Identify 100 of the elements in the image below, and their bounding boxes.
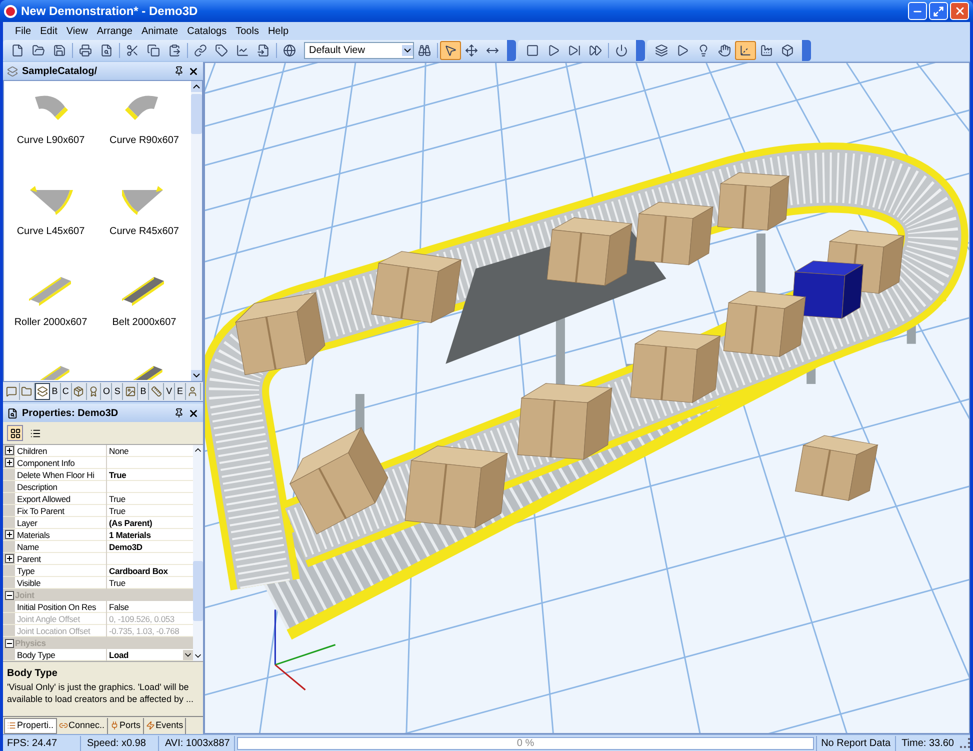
close-icon[interactable] bbox=[188, 408, 199, 418]
catalog-tab[interactable] bbox=[123, 383, 138, 400]
collapse-icon[interactable] bbox=[4, 638, 14, 648]
close-icon bbox=[954, 5, 966, 17]
axes-button[interactable] bbox=[735, 41, 756, 60]
property-value[interactable]: 1 Materials bbox=[107, 528, 151, 540]
catalog-icon bbox=[7, 66, 18, 76]
catalog-tab[interactable]: B bbox=[138, 383, 150, 400]
toolbar-options-icon bbox=[636, 40, 645, 61]
avi-readout: AVI: 1003x887 bbox=[161, 736, 235, 750]
menu-item[interactable]: Arrange bbox=[96, 24, 132, 38]
property-name: Fix To Parent bbox=[15, 504, 107, 516]
catalog-tab[interactable] bbox=[34, 383, 50, 400]
scroll-thumb[interactable] bbox=[193, 561, 203, 621]
time-readout: Time: 33.60 bbox=[900, 736, 955, 750]
catalog-tab[interactable] bbox=[72, 383, 87, 400]
expand-icon[interactable] bbox=[4, 530, 14, 539]
move-icon bbox=[465, 44, 478, 57]
property-name: Layer bbox=[15, 516, 107, 528]
catalog-tab[interactable]: O bbox=[101, 383, 112, 400]
close-icon[interactable] bbox=[188, 66, 199, 76]
catalog-tab[interactable]: B bbox=[50, 383, 61, 400]
toolbar-options-icon bbox=[507, 40, 516, 61]
report-status: No Report Data bbox=[816, 736, 896, 750]
property-name: Joint Angle Offset bbox=[15, 612, 107, 624]
menu-item[interactable]: Animate bbox=[141, 24, 178, 38]
catalog-tab[interactable] bbox=[186, 383, 201, 400]
catalog-tab[interactable]: C bbox=[60, 383, 72, 400]
expand-icon[interactable] bbox=[4, 458, 14, 467]
menu-item[interactable]: Catalogs bbox=[187, 24, 227, 38]
help-title: Body Type bbox=[7, 667, 58, 681]
pointer-button[interactable] bbox=[440, 41, 461, 60]
close-button[interactable] bbox=[950, 2, 969, 20]
scrollbar[interactable] bbox=[191, 81, 202, 381]
picture-icon bbox=[124, 386, 136, 397]
menu-item[interactable]: Help bbox=[268, 24, 289, 38]
property-value[interactable]: Cardboard Box bbox=[107, 564, 168, 576]
help-text: 'Visual Only' is just the graphics. 'Load' will be available to load creators and be affected by ... bbox=[7, 681, 194, 705]
categorized-button[interactable] bbox=[7, 425, 23, 441]
minimize-button[interactable] bbox=[908, 2, 927, 20]
body-type-select[interactable]: Load bbox=[107, 649, 193, 660]
catalog-item[interactable]: Belt 2000x607 bbox=[98, 267, 191, 358]
catalog-tab[interactable] bbox=[5, 383, 20, 400]
speed-readout: Speed: x0.98 bbox=[83, 736, 159, 750]
catalog-tab[interactable] bbox=[149, 383, 164, 400]
catalog-item[interactable]: Curve R45x607 bbox=[98, 176, 191, 267]
copy-icon bbox=[147, 44, 160, 57]
catalog-tab[interactable]: E bbox=[175, 383, 186, 400]
factory-icon bbox=[760, 44, 773, 57]
property-value[interactable]: None bbox=[107, 444, 129, 456]
catalog-tab[interactable]: V bbox=[164, 383, 176, 400]
cut-icon bbox=[126, 44, 139, 57]
expand-icon[interactable] bbox=[4, 446, 14, 455]
property-value[interactable]: (As Parent) bbox=[107, 516, 152, 528]
binoculars-icon bbox=[418, 44, 431, 57]
plug-icon bbox=[110, 721, 119, 730]
property-value[interactable]: Demo3D bbox=[107, 540, 142, 552]
folder-icon bbox=[32, 44, 45, 57]
catalog-item[interactable]: Curve L90x607 bbox=[4, 85, 98, 176]
menu-item[interactable]: File bbox=[15, 24, 32, 38]
property-value[interactable]: True bbox=[107, 468, 126, 480]
menu-item[interactable]: Tools bbox=[236, 24, 259, 38]
conveyor-thumbnail-icon bbox=[28, 275, 73, 307]
window-title: New Demonstration* - Demo3D bbox=[21, 3, 198, 20]
panel-tab[interactable]: Properti.. bbox=[4, 718, 57, 734]
axes-icon bbox=[739, 44, 752, 57]
pin-icon[interactable] bbox=[174, 408, 184, 418]
catalog-icon bbox=[36, 386, 48, 397]
connector-icon bbox=[58, 721, 68, 730]
property-value[interactable]: True bbox=[107, 504, 126, 516]
view-select[interactable]: Default View bbox=[304, 42, 414, 59]
collapse-icon[interactable] bbox=[4, 590, 14, 600]
property-name: Delete When Floor Hi bbox=[15, 468, 107, 480]
catalog-tab[interactable]: S bbox=[112, 383, 124, 400]
menu-item[interactable]: View bbox=[66, 24, 88, 38]
new-file-icon bbox=[11, 44, 24, 57]
selected-box bbox=[792, 260, 864, 319]
property-value[interactable]: False bbox=[107, 600, 129, 612]
ruler-icon bbox=[150, 386, 162, 397]
pin-icon[interactable] bbox=[174, 66, 184, 76]
expand-icon[interactable] bbox=[4, 554, 14, 563]
catalog-item[interactable]: Roller 2000x607 bbox=[4, 267, 98, 358]
paste-icon bbox=[168, 44, 181, 57]
properties-icon bbox=[7, 721, 16, 730]
property-name: Component Info bbox=[15, 456, 107, 468]
scrollbar[interactable] bbox=[193, 445, 203, 661]
menu-item[interactable]: Edit bbox=[40, 24, 58, 38]
property-value[interactable]: True bbox=[107, 492, 126, 504]
property-name: Parent bbox=[15, 552, 107, 564]
conveyor-thumbnail-icon bbox=[28, 184, 73, 216]
chart-icon bbox=[236, 44, 249, 57]
maximize-button[interactable] bbox=[929, 2, 948, 20]
catalog-item[interactable]: Curve L45x607 bbox=[4, 176, 98, 267]
hand-icon bbox=[718, 44, 731, 57]
layers-icon bbox=[655, 44, 668, 57]
catalog-item[interactable]: Curve R90x607 bbox=[98, 85, 191, 176]
3d-viewport[interactable] bbox=[204, 62, 970, 734]
scroll-thumb[interactable] bbox=[191, 94, 202, 134]
property-value[interactable]: True bbox=[107, 576, 126, 588]
caret-icon bbox=[402, 45, 413, 56]
